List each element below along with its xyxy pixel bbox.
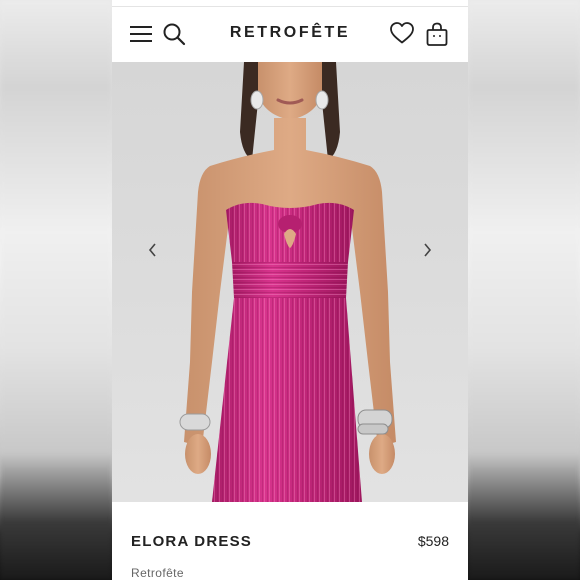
background-blur-left [0, 0, 112, 580]
product-info: ELORA DRESS $598 Retrofête [112, 502, 468, 580]
chevron-left-icon [148, 243, 156, 257]
chevron-right-icon [424, 243, 432, 257]
heart-icon[interactable] [389, 21, 415, 45]
product-price: $598 [417, 533, 449, 549]
product-image[interactable] [112, 62, 468, 502]
menu-icon[interactable] [130, 26, 152, 42]
bag-icon[interactable] [425, 21, 449, 47]
carousel-next-button[interactable] [417, 240, 437, 260]
product-name: ELORA DRESS [131, 533, 252, 550]
product-page: RETROFÊTE ELORA DRESS $598 Retrofête [112, 0, 468, 580]
search-icon[interactable] [162, 22, 186, 46]
header: RETROFÊTE [112, 7, 468, 62]
background-blur-right [468, 0, 580, 580]
carousel-prev-button[interactable] [143, 240, 163, 260]
model-photo [112, 62, 468, 502]
product-brand[interactable]: Retrofête [131, 566, 184, 580]
